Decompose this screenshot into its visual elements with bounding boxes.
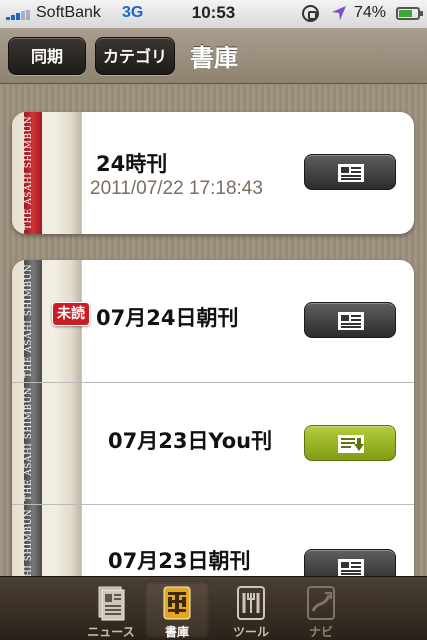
tab-news[interactable]: ニュース <box>78 581 144 639</box>
download-newspaper-icon <box>338 435 364 453</box>
status-bar: SoftBank 3G 10:53 74% <box>0 0 427 28</box>
issue-title: 07月24日朝刊 <box>96 306 239 330</box>
category-button[interactable]: カテゴリ <box>95 37 175 75</box>
list-item[interactable]: THE ASAHI SHIMBUN 07月23日You刊 <box>12 382 414 505</box>
unread-badge: 未読 <box>52 302 90 326</box>
newspaper-icon <box>338 164 364 182</box>
tools-icon <box>237 586 265 620</box>
read-button[interactable] <box>304 549 396 576</box>
battery-percent: 74% <box>354 4 387 21</box>
issue-title: 07月23日You刊 <box>108 429 273 453</box>
rotation-lock-icon <box>302 5 319 22</box>
ribbon-label: THE ASAHI SHIMBUN <box>24 116 34 230</box>
sync-button[interactable]: 同期 <box>8 37 86 75</box>
tab-tools[interactable]: ツール <box>218 581 284 639</box>
newspaper-spine: THE ASAHI SHIMBUN <box>12 112 82 234</box>
ribbon-label: THE ASAHI SHIMBUN <box>24 387 34 501</box>
library-list[interactable]: THE ASAHI SHIMBUN 24時刊 2011/07/22 17:18:… <box>0 84 427 576</box>
download-button[interactable] <box>304 425 396 461</box>
newspaper-spine: THE ASAHI SHIMBUN <box>12 505 82 576</box>
read-button[interactable] <box>304 302 396 338</box>
library-icon <box>163 586 191 620</box>
tab-navi[interactable]: ナビ <box>288 581 354 639</box>
tab-tools-label: ツール <box>232 625 269 639</box>
navi-icon <box>307 586 335 620</box>
tab-library[interactable]: 書庫 <box>144 581 210 639</box>
ribbon-label: THE ASAHI SHIMBUN <box>24 509 34 576</box>
issue-timestamp: 2011/07/22 17:18:43 <box>90 178 263 199</box>
issues-card[interactable]: THE ASAHI SHIMBUN 未読 07月24日朝刊 THE ASAHI <box>12 260 414 576</box>
read-button[interactable] <box>304 154 396 190</box>
page-title: 書庫 <box>190 44 238 72</box>
issue-title: 24時刊 <box>96 152 168 176</box>
tab-bar: ニュース 書庫 ツール ナビ <box>0 576 427 640</box>
news-icon <box>98 586 125 621</box>
list-item[interactable]: THE ASAHI SHIMBUN 24時刊 2011/07/22 17:18:… <box>12 112 414 234</box>
featured-issue-card[interactable]: THE ASAHI SHIMBUN 24時刊 2011/07/22 17:18:… <box>12 112 414 234</box>
tab-library-label: 書庫 <box>164 625 189 639</box>
tab-news-label: ニュース <box>87 625 135 639</box>
location-arrow-icon <box>332 6 346 20</box>
newspaper-icon <box>338 312 364 330</box>
newspaper-icon <box>338 559 364 576</box>
ribbon-label: THE ASAHI SHIMBUN <box>24 264 34 378</box>
issue-title: 07月23日朝刊 <box>108 549 251 573</box>
newspaper-spine: THE ASAHI SHIMBUN <box>12 383 82 505</box>
tab-navi-label: ナビ <box>308 625 333 639</box>
list-item[interactable]: THE ASAHI SHIMBUN 07月23日朝刊 <box>12 504 414 576</box>
navigation-bar: 同期 カテゴリ 書庫 <box>0 28 427 84</box>
list-item[interactable]: THE ASAHI SHIMBUN 未読 07月24日朝刊 <box>12 260 414 382</box>
battery-icon <box>396 7 423 20</box>
